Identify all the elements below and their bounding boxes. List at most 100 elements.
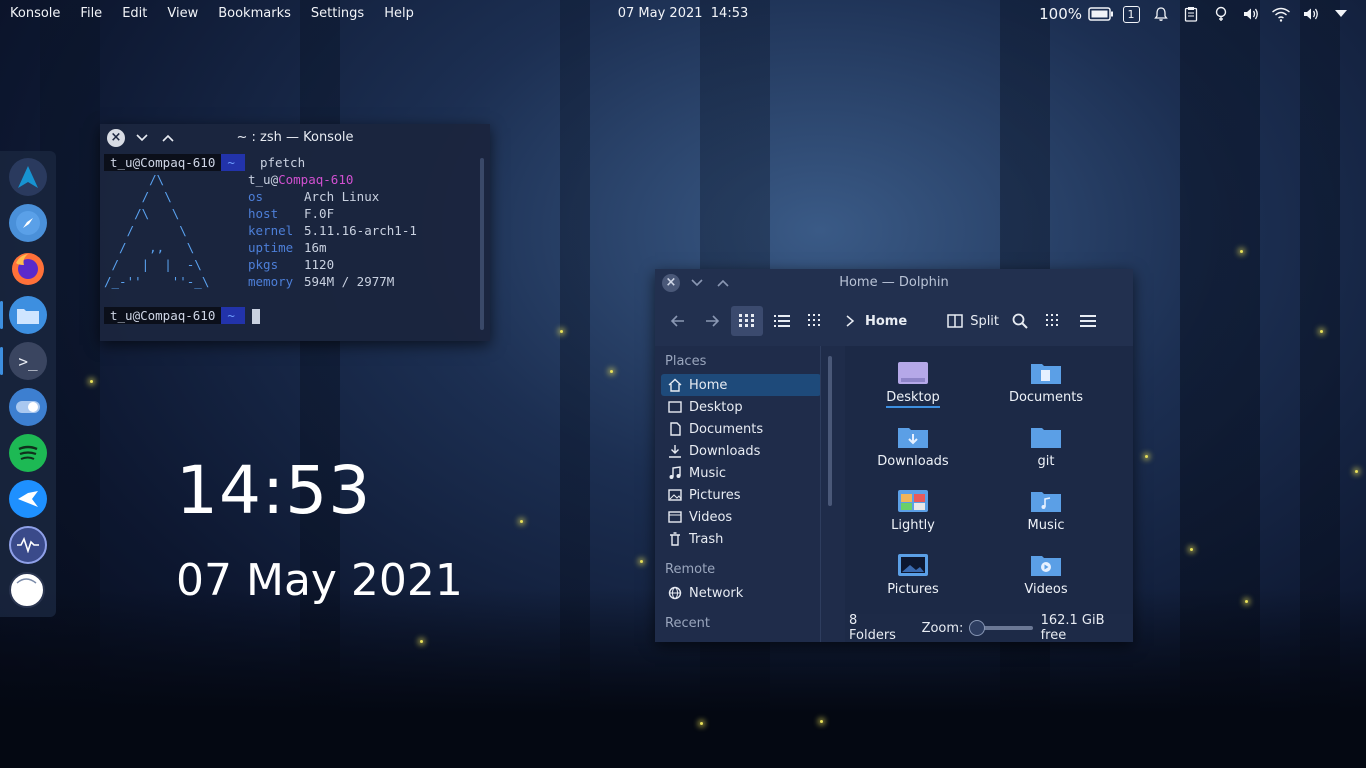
file-item-desktop[interactable]: Desktop [848,360,978,408]
info-value: 16m [304,240,327,255]
dolphin-titlebar[interactable]: × Home — Dolphin [655,269,1133,296]
place-home[interactable]: Home [661,374,821,396]
circle-icon[interactable] [9,572,45,608]
divider [820,346,821,642]
split-icon [947,314,963,328]
menu-view[interactable]: View [157,0,208,28]
bird-icon[interactable] [9,480,47,518]
icons-view-button[interactable] [731,306,763,336]
details-view-button[interactable] [801,306,831,336]
menu-edit[interactable]: Edit [112,0,157,28]
file-item-downloads[interactable]: Downloads [848,424,978,469]
file-item-documents[interactable]: Documents [981,360,1111,405]
dots-grid-icon [1046,314,1059,326]
bell-icon[interactable] [1146,0,1176,28]
close-button[interactable]: × [106,128,126,148]
place-label: Downloads [689,443,761,459]
file-item-lightly[interactable]: Lightly [848,488,978,533]
dock: >_ [0,151,56,617]
chevron-down-icon[interactable] [1326,0,1356,28]
zoom-slider-handle[interactable] [968,620,985,636]
folder-icon[interactable] [9,296,47,334]
place-documents[interactable]: Documents [661,418,821,440]
split-button[interactable]: Split [947,306,999,336]
place-pictures[interactable]: Pictures [661,484,821,506]
panel-clock[interactable]: 07 May 2021 14:53 [618,6,749,21]
place-trash[interactable]: Trash [661,528,821,550]
terminal-output[interactable]: t_u@Compaq-610 ~ pfetch /\ t_u@Compaq-610 … [104,154,474,335]
archlinux-icon[interactable] [9,158,47,196]
audio-icon[interactable] [1236,0,1266,28]
compact-view-button[interactable] [767,306,797,336]
video-icon [667,510,683,524]
place-desktop[interactable]: Desktop [661,396,821,418]
minimize-button[interactable] [132,128,152,148]
file-item-git[interactable]: git [981,424,1111,469]
compass-icon[interactable] [9,204,47,242]
file-view[interactable]: Desktop Documents Downloads git Lightly … [845,346,1133,614]
split-label: Split [970,313,1000,329]
konsole-titlebar[interactable]: × ~ : zsh — Konsole [100,124,490,151]
folder-pictures-icon [898,552,928,578]
firefox-icon[interactable] [9,250,47,288]
place-music[interactable]: Music [661,462,821,484]
wifi-icon[interactable] [1266,0,1296,28]
app-menu-konsole[interactable]: Konsole [0,0,70,28]
close-icon: × [107,128,125,147]
battery-icon[interactable] [1086,0,1116,28]
network-icon [667,586,683,600]
back-button[interactable] [663,306,693,336]
clipboard-icon[interactable] [1176,0,1206,28]
active-indicator [0,347,3,375]
file-label: Videos [1024,582,1068,597]
file-item-pictures[interactable]: Pictures [848,552,978,597]
info-value: 5.11.16-arch1-1 [304,223,417,238]
breadcrumb-home[interactable]: Home [865,314,907,329]
place-downloads[interactable]: Downloads [661,440,821,462]
spotify-icon[interactable] [9,434,47,472]
lightbulb-icon[interactable] [1206,0,1236,28]
status-bar: 8 Folders Zoom: 162.1 GiB free [845,613,1133,642]
remote-heading: Remote [665,562,716,577]
breadcrumb[interactable]: Home [845,306,907,336]
file-item-music[interactable]: Music [981,488,1111,533]
scrollbar[interactable] [480,158,484,330]
toggle-icon[interactable] [9,388,47,426]
prompt-arrow: ~ [221,307,245,324]
prompt-user: t_u@Compaq-610 [104,154,222,171]
menu-bookmarks[interactable]: Bookmarks [208,0,301,28]
file-item-videos[interactable]: Videos [981,552,1111,597]
minimize-button[interactable] [687,273,707,293]
file-label: Downloads [877,454,949,469]
battery-percentage[interactable]: 100% [1035,5,1086,23]
place-videos[interactable]: Videos [661,506,821,528]
info-key: uptime [248,240,294,255]
folder-icon [1031,424,1061,450]
picture-icon [667,488,683,502]
place-network[interactable]: Network [661,582,821,604]
zoom-slider[interactable] [968,620,1033,636]
hamburger-menu-button[interactable] [1073,306,1103,336]
filter-button[interactable] [1039,306,1069,336]
konsole-window: × ~ : zsh — Konsole t_u@Compaq-610 ~ pfet… [100,124,490,341]
terminal-icon[interactable]: >_ [9,342,47,380]
places-panel: Places Home Desktop Documents Downloads … [655,346,845,642]
recent-heading: Recent [665,616,710,631]
forward-button[interactable] [697,306,727,336]
places-scrollbar[interactable] [828,356,832,506]
menu-file[interactable]: File [70,0,112,28]
prompt-arrow: ~ [221,154,245,171]
menu-settings[interactable]: Settings [301,0,374,28]
maximize-button[interactable] [713,273,733,293]
waveform-icon[interactable] [9,526,47,564]
notification-count-icon[interactable]: 1 [1116,0,1146,28]
volume-icon[interactable] [1296,0,1326,28]
menu-help[interactable]: Help [374,0,424,28]
close-button[interactable]: × [661,273,681,293]
search-button[interactable] [1005,306,1035,336]
info-key: pkgs [248,257,279,272]
desktop-clock-time: 14:53 [176,452,372,529]
place-label: Desktop [689,399,743,415]
maximize-button[interactable] [158,128,178,148]
info-key: os [248,189,264,204]
